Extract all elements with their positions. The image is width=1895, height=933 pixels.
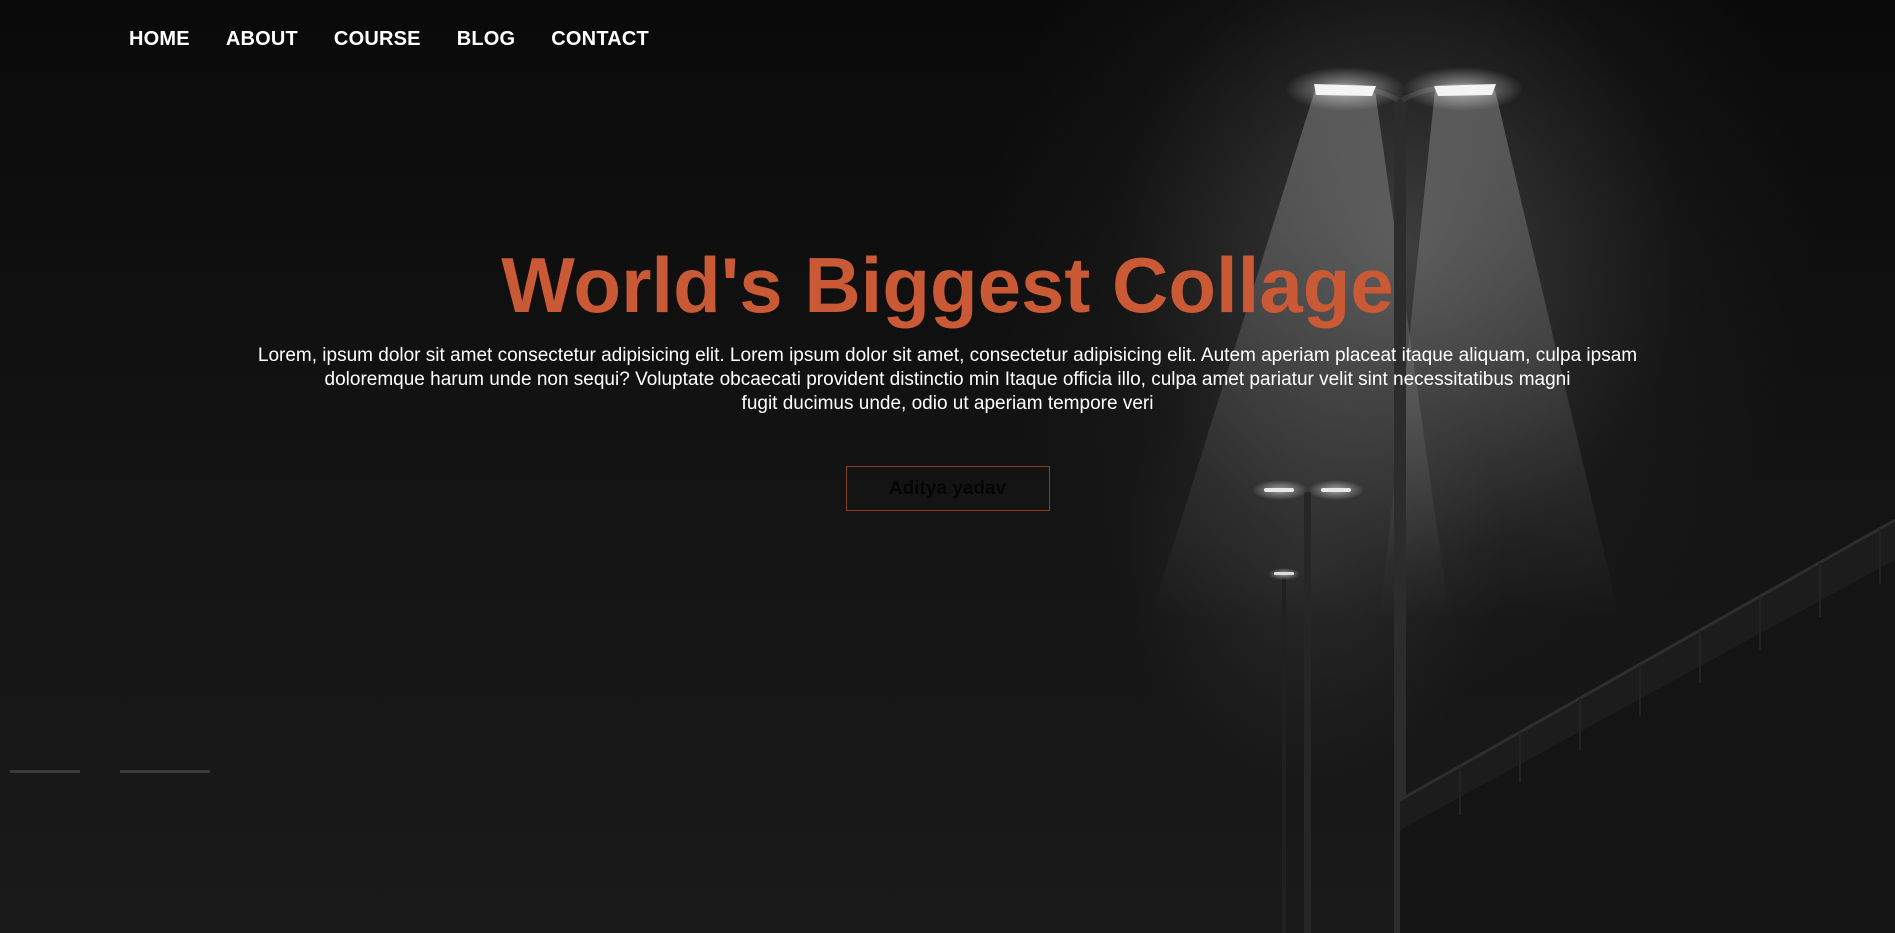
hero-content: World's Biggest Collage Lorem, ipsum dol… [0, 240, 1895, 511]
hero-description-line-2: doloremque harum unde non sequi? Volupta… [324, 369, 1571, 390]
hero-description-line-1: Lorem, ipsum dolor sit amet consectetur … [257, 345, 1638, 366]
nav-link-contact[interactable]: CONTACT [551, 28, 649, 50]
nav-link-home[interactable]: HOME [129, 28, 190, 50]
hero-description: Lorem, ipsum dolor sit amet consectetur … [218, 344, 1678, 416]
nav-link-blog[interactable]: BLOG [457, 28, 516, 50]
hero-description-line-3: fugit ducimus unde, odio ut aperiam temp… [741, 393, 1154, 414]
nav-item-contact: CONTACT [551, 28, 649, 51]
nav-link-about[interactable]: ABOUT [226, 28, 298, 50]
main-navigation: HOME ABOUT COURSE BLOG CONTACT [129, 28, 649, 51]
nav-item-home: HOME [129, 28, 190, 51]
nav-item-about: ABOUT [226, 28, 298, 51]
nav-item-course: COURSE [334, 28, 421, 51]
hero-section: HOME ABOUT COURSE BLOG CONTACT World's B… [0, 0, 1895, 933]
hero-title: World's Biggest Collage [501, 241, 1394, 329]
nav-item-blog: BLOG [457, 28, 516, 51]
cta-button[interactable]: Aditya yadav [845, 466, 1050, 511]
nav-link-course[interactable]: COURSE [334, 28, 421, 50]
